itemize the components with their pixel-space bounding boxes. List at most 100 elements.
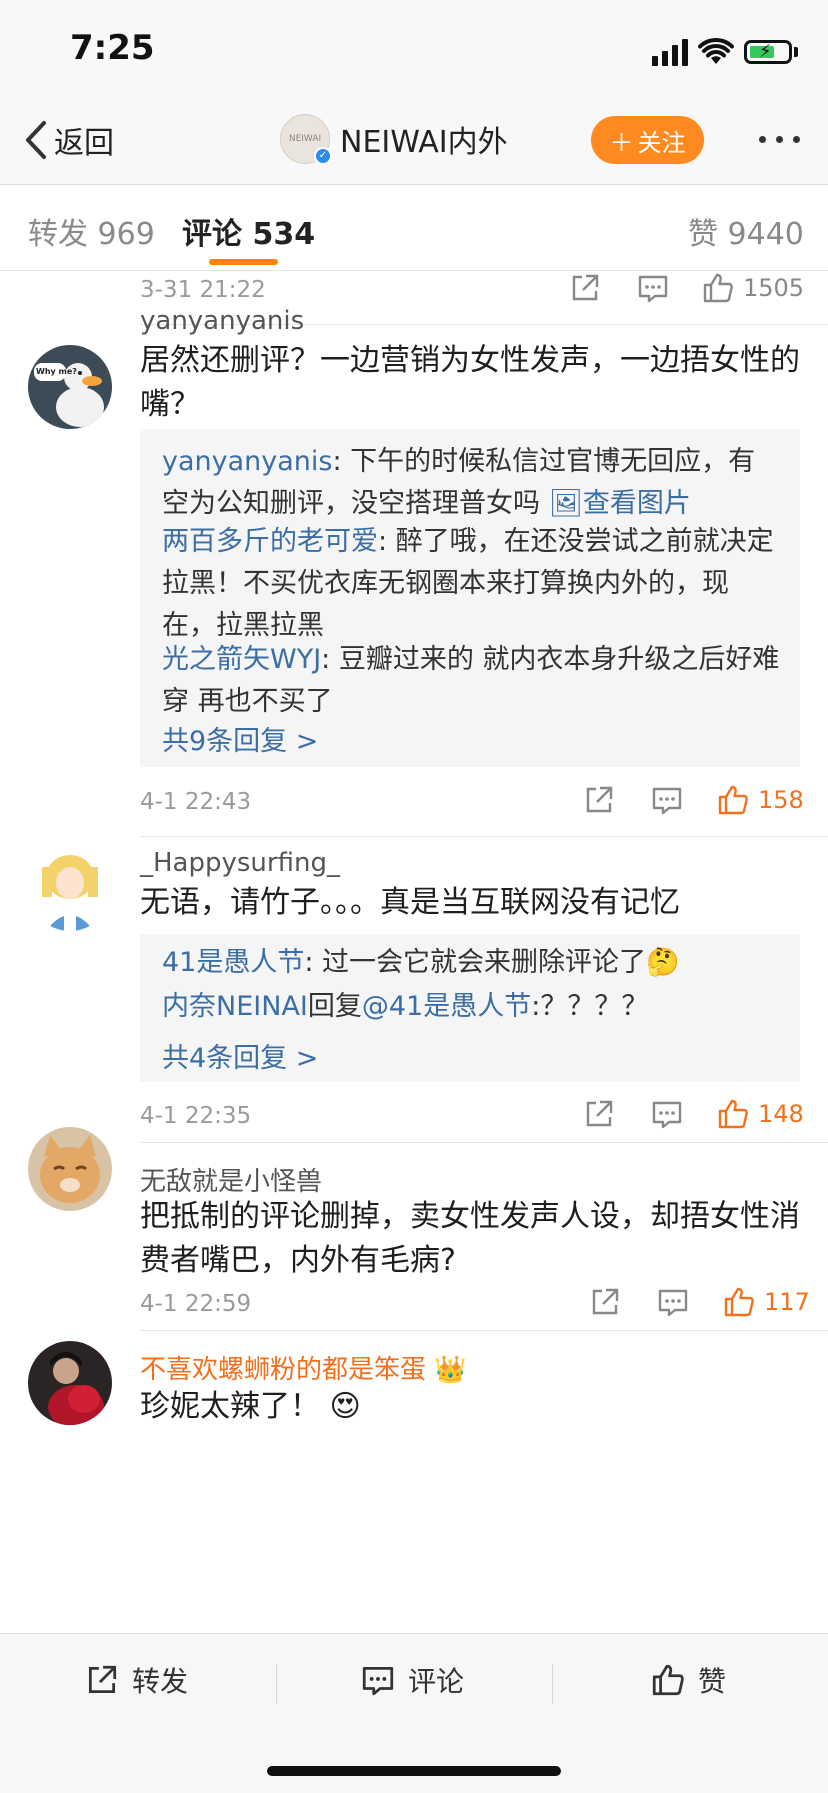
comment-icon xyxy=(362,1666,394,1696)
chevron-left-icon xyxy=(26,121,46,159)
avatar[interactable] xyxy=(28,1127,112,1211)
thinking-emoji-icon: 🤔 xyxy=(646,947,680,978)
comment-username[interactable]: _Happysurfing_ xyxy=(140,848,340,878)
more-dot xyxy=(759,136,766,143)
tab-comments-label: 评论 xyxy=(182,217,242,252)
share-icon[interactable] xyxy=(588,1285,622,1319)
follow-button[interactable]: ＋ 关注 xyxy=(591,116,704,164)
reply-username[interactable]: 41是愚人节 xyxy=(162,947,304,978)
comment-icon[interactable] xyxy=(650,783,684,817)
like-button[interactable]: 1505 xyxy=(701,271,804,305)
thumbs-up-icon xyxy=(652,1664,684,1696)
comment-icon[interactable] xyxy=(636,271,670,305)
like-label: 赞 xyxy=(698,1665,727,1698)
more-replies-link[interactable]: 共9条回复 > xyxy=(162,719,318,758)
duck-avatar-image xyxy=(28,345,112,429)
separator xyxy=(276,1664,277,1704)
reply-box[interactable]: yanyanyanis: 下午的时候私信过官博无回应，有空为公知删评，没空搭理普… xyxy=(140,429,800,767)
like-count: 158 xyxy=(758,786,804,814)
comment-meta-row: 3-31 21:22 1505 xyxy=(140,271,804,311)
comment-username[interactable]: 无敌就是小怪兽 xyxy=(140,1161,322,1198)
avatar[interactable] xyxy=(28,847,112,931)
battery-cap xyxy=(794,47,798,57)
home-indicator xyxy=(267,1766,561,1776)
reply-item[interactable]: 内奈NEINAI回复@41是愚人节:？？？？ xyxy=(162,986,782,1028)
reply-verb: 回复 xyxy=(307,991,362,1022)
share-icon[interactable] xyxy=(582,783,616,817)
like-button[interactable]: 117 xyxy=(722,1285,810,1319)
verified-badge-icon: ✓ xyxy=(314,147,332,165)
thumbs-up-icon xyxy=(718,785,748,815)
more-dot xyxy=(793,136,800,143)
comment-meta-row: 4-1 22:59 117 xyxy=(140,1285,810,1325)
comment-username[interactable]: 不喜欢螺蛳粉的都是笨蛋 👑 xyxy=(140,1349,467,1386)
alice-avatar-image xyxy=(28,847,112,931)
plus-icon: ＋ xyxy=(609,128,634,157)
comment-button[interactable]: 评论 xyxy=(360,1660,464,1700)
like-button[interactable]: 赞 xyxy=(650,1660,726,1700)
comment-text-content: 珍妮太辣了！ xyxy=(140,1389,320,1424)
back-button[interactable]: 返回 xyxy=(22,118,114,162)
view-image-link[interactable]: 🖼查看图片 xyxy=(549,488,691,519)
avatar[interactable] xyxy=(28,1341,112,1425)
reply-username[interactable]: 两百多斤的老可爱 xyxy=(162,526,378,557)
reply-colon: : xyxy=(304,947,323,978)
status-time: 7:25 xyxy=(70,28,155,68)
tab-comments[interactable]: 评论 534 xyxy=(182,209,315,253)
back-label: 返回 xyxy=(54,126,114,161)
brand-avatar-text: NEIWAI xyxy=(288,134,322,144)
comment-time: 4-1 22:35 xyxy=(140,1103,252,1129)
like-button[interactable]: 148 xyxy=(716,1097,804,1131)
comment-list: 3-31 21:22 1505 Why me? yanyanyanis 居然还删… xyxy=(0,271,828,1633)
avatar-text: Why me? xyxy=(36,367,77,376)
reply-item[interactable]: 光之箭矢WYJ: 豆瓣过来的 就内衣本身升级之后好难穿 再也不买了 xyxy=(162,639,782,723)
tab-reposts[interactable]: 转发 969 xyxy=(28,209,155,253)
status-icons: ⚡ xyxy=(652,34,798,66)
reply-colon: : xyxy=(378,526,396,557)
reply-item[interactable]: yanyanyanis: 下午的时候私信过官博无回应，有空为公知删评，没空搭理普… xyxy=(162,441,782,525)
person-avatar-image xyxy=(28,1341,112,1425)
comment-time: 3-31 21:22 xyxy=(140,277,266,303)
tab-reposts-count: 969 xyxy=(97,217,155,252)
brand-avatar[interactable]: NEIWAI ✓ xyxy=(280,114,332,165)
reply-username[interactable]: 光之箭矢WYJ xyxy=(162,644,321,675)
share-icon[interactable] xyxy=(582,1097,616,1131)
reply-username[interactable]: yanyanyanis xyxy=(162,446,332,477)
more-replies-link[interactable]: 共4条回复 > xyxy=(162,1036,318,1075)
divider xyxy=(140,836,828,837)
reply-mention[interactable]: @41是愚人节 xyxy=(362,991,531,1022)
comment-icon[interactable] xyxy=(656,1285,690,1319)
separator xyxy=(552,1664,553,1704)
divider xyxy=(140,1142,828,1143)
comment-text: 珍妮太辣了！ 😍 xyxy=(140,1385,800,1429)
tab-bar: 转发 969 评论 534 赞 9440 xyxy=(0,185,828,271)
share-icon[interactable] xyxy=(568,271,602,305)
share-icon xyxy=(88,1665,117,1694)
like-count: 117 xyxy=(764,1288,810,1316)
reply-box[interactable]: 41是愚人节: 过一会它就会来删除评论了🤔 内奈NEINAI回复@41是愚人节:… xyxy=(140,934,800,1082)
comment-time: 4-1 22:43 xyxy=(140,789,252,815)
like-button[interactable]: 158 xyxy=(716,783,804,817)
comment-time: 4-1 22:59 xyxy=(140,1291,252,1317)
comment-username[interactable]: yanyanyanis xyxy=(140,306,304,336)
repost-button[interactable]: 转发 xyxy=(84,1660,188,1700)
avatar[interactable]: Why me? xyxy=(28,345,112,429)
tab-likes-count: 9440 xyxy=(727,217,804,252)
comment-text: 把抵制的评论删掉，卖女性发声人设，却捂女性消费者嘴巴，内外有毛病? xyxy=(140,1199,800,1278)
like-count: 148 xyxy=(758,1100,804,1128)
active-tab-indicator xyxy=(209,259,278,265)
reply-item[interactable]: 41是愚人节: 过一会它就会来删除评论了🤔 xyxy=(162,942,782,984)
comment-username-text: 不喜欢螺蛳粉的都是笨蛋 xyxy=(140,1355,427,1385)
comment-icon[interactable] xyxy=(650,1097,684,1131)
reply-item[interactable]: 两百多斤的老可爱: 醉了哦，在还没尝试之前就决定拉黑！不买优衣库无钢圈本来打算换… xyxy=(162,521,782,647)
divider xyxy=(140,1330,828,1331)
more-options-button[interactable] xyxy=(759,136,800,143)
like-count: 1505 xyxy=(743,274,805,302)
heart-eyes-emoji-icon: 😍 xyxy=(329,1389,361,1424)
tab-likes[interactable]: 赞 9440 xyxy=(688,209,804,253)
reply-username[interactable]: 内奈NEINAI xyxy=(162,991,308,1022)
account-header[interactable]: NEIWAI ✓ NEIWAI内外 xyxy=(280,114,508,165)
comment-text: 居然还删评？一边营销为女性发声，一边捂女性的嘴？ xyxy=(140,343,800,422)
cat-avatar-image xyxy=(28,1127,112,1211)
battery-icon: ⚡ xyxy=(744,40,792,64)
